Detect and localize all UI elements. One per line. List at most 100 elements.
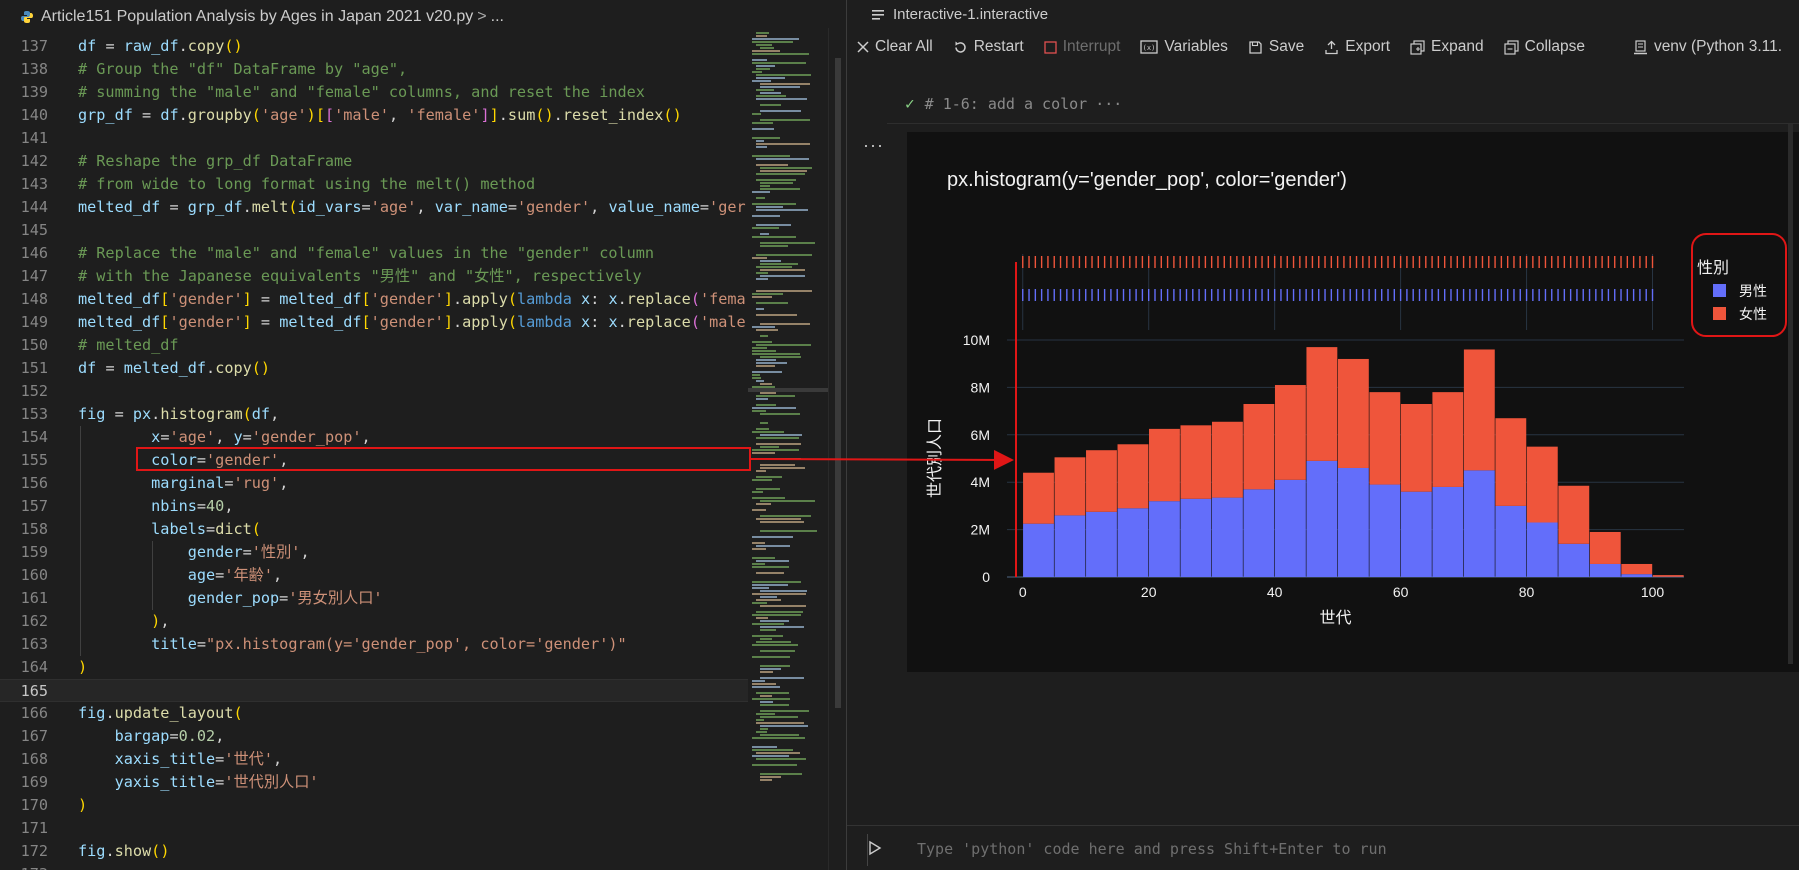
code-line[interactable]: 154 x='age', y='gender_pop',: [0, 426, 748, 449]
code-line[interactable]: 169 yaxis_title='世代別人口': [0, 771, 748, 794]
legend-swatch-male[interactable]: [1713, 284, 1726, 297]
bar-female[interactable]: [1621, 563, 1653, 575]
bar-male[interactable]: [1054, 515, 1086, 577]
code-line[interactable]: 146 # Replace the "male" and "female" val…: [0, 242, 748, 265]
code-line[interactable]: 173: [0, 863, 748, 870]
bar-male[interactable]: [1621, 574, 1653, 577]
bar-female[interactable]: [1211, 421, 1243, 498]
output-scrollbar[interactable]: [1783, 124, 1797, 684]
kernel-picker[interactable]: venv (Python 3.11.: [1633, 38, 1782, 56]
bar-female[interactable]: [1306, 347, 1338, 461]
restart-button[interactable]: Restart: [953, 38, 1024, 56]
clear-all-button[interactable]: Clear All: [857, 38, 933, 56]
code-line[interactable]: 141: [0, 127, 748, 150]
bar-male[interactable]: [1211, 497, 1243, 577]
bar-male[interactable]: [1117, 508, 1149, 577]
code-line[interactable]: 151 df = melted_df.copy(): [0, 357, 748, 380]
code-line[interactable]: 160 age='年齢',: [0, 564, 748, 587]
code-line[interactable]: 139 # summing the "male" and "female" col…: [0, 81, 748, 104]
bar-male[interactable]: [1463, 470, 1495, 577]
code-editor[interactable]: Article151 Population Analysis by Ages i…: [0, 0, 846, 870]
interactive-tab[interactable]: Interactive-1.interactive: [871, 6, 1048, 23]
bar-male[interactable]: [1400, 491, 1432, 577]
code-line[interactable]: 156 marginal='rug',: [0, 472, 748, 495]
bar-male[interactable]: [1432, 486, 1464, 577]
bar-female[interactable]: [1243, 403, 1275, 490]
code-line[interactable]: 159 gender='性別',: [0, 541, 748, 564]
editor-scrollbar[interactable]: [828, 28, 846, 870]
bar-female[interactable]: [1117, 444, 1149, 509]
minimap[interactable]: [748, 28, 828, 870]
bar-female[interactable]: [1149, 428, 1180, 502]
variables-button[interactable]: (x) Variables: [1140, 38, 1228, 56]
cell-header[interactable]: ✓ # 1-6: add a color ···: [905, 94, 1122, 113]
bar-male[interactable]: [1495, 505, 1527, 577]
code-line[interactable]: 171: [0, 817, 748, 840]
bar-male[interactable]: [1274, 479, 1306, 577]
bar-male[interactable]: [1023, 523, 1054, 577]
code-line[interactable]: 157 nbins=40,: [0, 495, 748, 518]
bar-female[interactable]: [1652, 575, 1684, 577]
bar-female[interactable]: [1054, 457, 1086, 516]
bar-male[interactable]: [1558, 543, 1590, 577]
code-line[interactable]: 142 # Reshape the grp_df DataFrame: [0, 150, 748, 173]
code-line[interactable]: 153 fig = px.histogram(df,: [0, 403, 748, 426]
bar-male[interactable]: [1243, 489, 1275, 577]
code-input[interactable]: Type 'python' code here and press Shift+…: [917, 840, 1387, 858]
breadcrumb-file[interactable]: Article151 Population Analysis by Ages i…: [41, 8, 473, 26]
code-line[interactable]: 168 xaxis_title='世代',: [0, 748, 748, 771]
code-line[interactable]: 166 fig.update_layout(: [0, 702, 748, 725]
run-icon[interactable]: [867, 840, 883, 856]
collapse-button[interactable]: Collapse: [1504, 38, 1585, 56]
bar-female[interactable]: [1337, 358, 1369, 468]
code-line[interactable]: 147 # with the Japanese equivalents "男性" …: [0, 265, 748, 288]
bar-male[interactable]: [1526, 522, 1558, 577]
legend-label[interactable]: 男性: [1739, 284, 1767, 300]
bar-male[interactable]: [1589, 563, 1621, 577]
histogram-chart[interactable]: px.histogram(y='gender_pop', color='gend…: [907, 132, 1799, 672]
code-line[interactable]: 172 fig.show(): [0, 840, 748, 863]
code-line[interactable]: 167 bargap=0.02,: [0, 725, 748, 748]
code-line[interactable]: 138 # Group the "df" DataFrame by "age",: [0, 58, 748, 81]
bar-female[interactable]: [1558, 485, 1590, 544]
bar-female[interactable]: [1463, 349, 1495, 471]
bar-female[interactable]: [1086, 450, 1117, 512]
save-button[interactable]: Save: [1248, 38, 1304, 56]
code-line[interactable]: 148 melted_df['gender'] = melted_df['gend…: [0, 288, 748, 311]
code-line[interactable]: 158 labels=dict(: [0, 518, 748, 541]
bar-female[interactable]: [1369, 392, 1401, 485]
bar-female[interactable]: [1526, 446, 1558, 523]
bar-male[interactable]: [1306, 460, 1338, 577]
scrollbar-thumb[interactable]: [835, 58, 841, 708]
bar-male[interactable]: [1337, 467, 1369, 577]
legend-label[interactable]: 女性: [1739, 306, 1767, 323]
expand-button[interactable]: Expand: [1410, 38, 1484, 56]
more-actions-button[interactable]: ···: [863, 135, 884, 156]
bar-female[interactable]: [1023, 472, 1054, 524]
bar-male[interactable]: [1149, 501, 1180, 577]
bar-female[interactable]: [1180, 425, 1212, 499]
bar-male[interactable]: [1180, 498, 1212, 577]
breadcrumb-symbol[interactable]: ...: [491, 8, 504, 26]
breadcrumb[interactable]: Article151 Population Analysis by Ages i…: [0, 0, 846, 34]
code-line[interactable]: 165: [0, 679, 748, 702]
code-line[interactable]: 163 title="px.histogram(y='gender_pop', …: [0, 633, 748, 656]
code-line[interactable]: 144 melted_df = grp_df.melt(id_vars='age'…: [0, 196, 748, 219]
plot-output[interactable]: px.histogram(y='gender_pop', color='gend…: [907, 132, 1799, 672]
minimap-viewport[interactable]: [748, 388, 828, 392]
code-line[interactable]: 164): [0, 656, 748, 679]
code-line[interactable]: 137 df = raw_df.copy(): [0, 35, 748, 58]
legend-swatch-female[interactable]: [1713, 307, 1726, 320]
bar-female[interactable]: [1400, 403, 1432, 492]
interrupt-button[interactable]: Interrupt: [1044, 38, 1120, 56]
bar-female[interactable]: [1274, 385, 1306, 480]
code-line[interactable]: 161 gender_pop='男女別人口': [0, 587, 748, 610]
code-line[interactable]: 145: [0, 219, 748, 242]
code-line[interactable]: 150 # melted_df: [0, 334, 748, 357]
code-line[interactable]: 149 melted_df['gender'] = melted_df['gend…: [0, 311, 748, 334]
bar-male[interactable]: [1369, 484, 1401, 577]
bar-female[interactable]: [1589, 531, 1621, 564]
bar-female[interactable]: [1432, 392, 1464, 487]
code-line[interactable]: 162 ),: [0, 610, 748, 633]
code-line[interactable]: 152: [0, 380, 748, 403]
